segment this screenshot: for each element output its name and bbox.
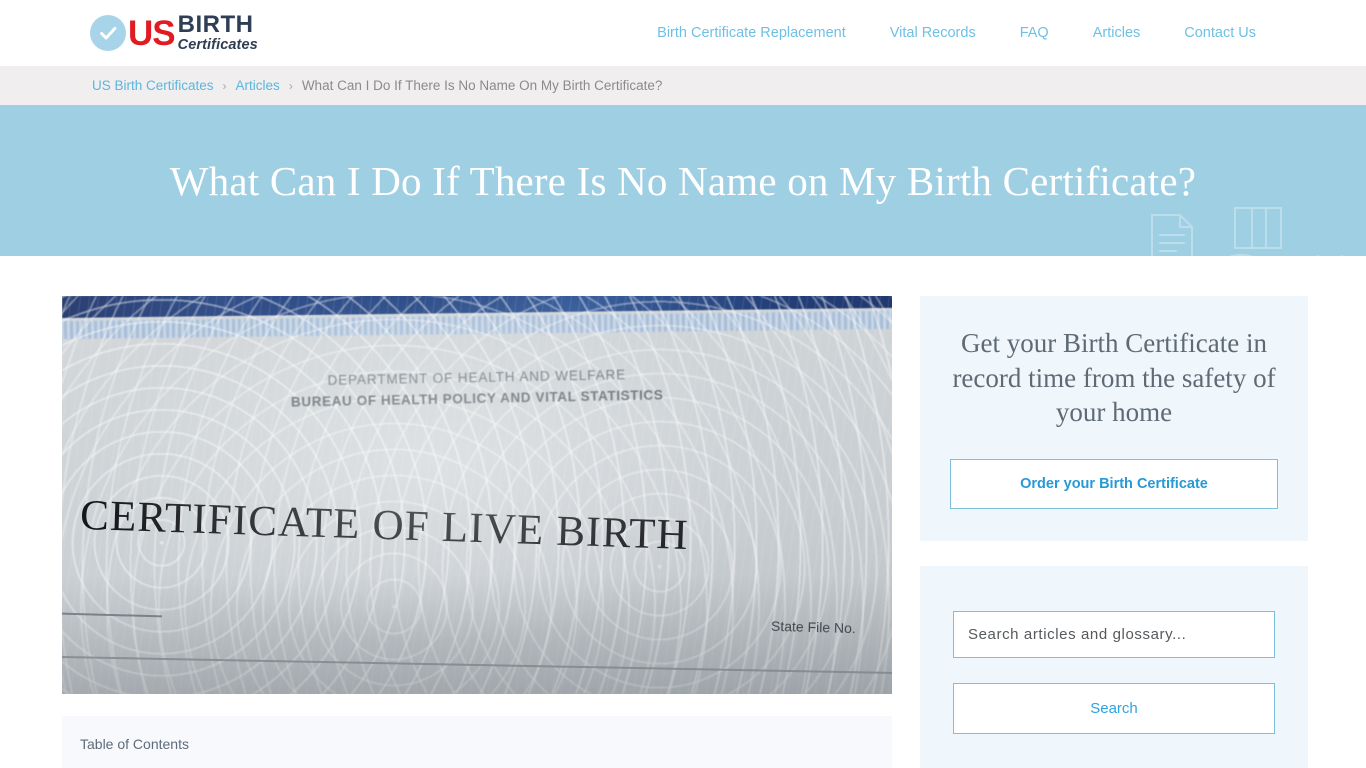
user-avatar-icon — [1229, 254, 1253, 256]
photo-vignette — [62, 296, 892, 694]
birth-certificate-photo: DEPARTMENT OF HEALTH AND WELFARE BUREAU … — [62, 296, 892, 694]
search-input[interactable] — [953, 610, 1275, 658]
breadcrumb-item-articles[interactable]: Articles — [236, 78, 280, 93]
logo-certificates-text: Certificates — [177, 36, 258, 53]
nav-item-articles[interactable]: Articles — [1093, 25, 1141, 41]
nav-item-vital-records[interactable]: Vital Records — [890, 25, 976, 41]
order-birth-certificate-button[interactable]: Order your Birth Certificate — [950, 458, 1278, 509]
check-circle-icon — [90, 15, 126, 51]
logo-birth-text: BIRTH — [177, 11, 254, 39]
breadcrumb-item-home[interactable]: US Birth Certificates — [92, 78, 214, 93]
breadcrumb-item-current: What Can I Do If There Is No Name On My … — [301, 78, 663, 93]
site-header: US BIRTH Certificates Birth Certificate … — [0, 0, 1366, 66]
logo-wordmark: US BIRTH Certificates — [128, 12, 258, 53]
logo-us-text: US — [128, 13, 176, 53]
article-column: DEPARTMENT OF HEALTH AND WELFARE BUREAU … — [62, 296, 892, 768]
page-title: What Can I Do If There Is No Name on My … — [169, 157, 1197, 204]
cta-heading: Get your Birth Certificate in record tim… — [952, 328, 1276, 428]
main-navigation: Birth Certificate Replacement Vital Reco… — [657, 0, 1256, 66]
hero-banner: What Can I Do If There Is No Name on My … — [0, 105, 1366, 256]
search-button[interactable]: Search — [953, 682, 1275, 734]
nav-item-contact-us[interactable]: Contact Us — [1184, 25, 1256, 41]
table-of-contents-title: Table of Contents — [80, 736, 189, 752]
document-icon — [1151, 214, 1193, 256]
sidebar: Get your Birth Certificate in record tim… — [920, 296, 1308, 768]
nav-item-birth-certificate-replacement[interactable]: Birth Certificate Replacement — [657, 25, 846, 41]
search-widget: Search — [920, 565, 1308, 768]
page-content: DEPARTMENT OF HEALTH AND WELFARE BUREAU … — [0, 256, 1366, 768]
nav-item-faq[interactable]: FAQ — [1020, 25, 1049, 41]
window-grid-icon — [1234, 207, 1282, 249]
order-cta-card: Get your Birth Certificate in record tim… — [920, 296, 1308, 541]
calendar-icon — [1317, 255, 1343, 256]
breadcrumb: US Birth Certificates › Articles › What … — [0, 66, 1366, 105]
site-logo[interactable]: US BIRTH Certificates — [90, 12, 258, 53]
breadcrumb-separator-icon: › — [288, 78, 293, 93]
breadcrumb-separator-icon: › — [222, 78, 227, 93]
table-of-contents: Table of Contents — [62, 716, 892, 768]
